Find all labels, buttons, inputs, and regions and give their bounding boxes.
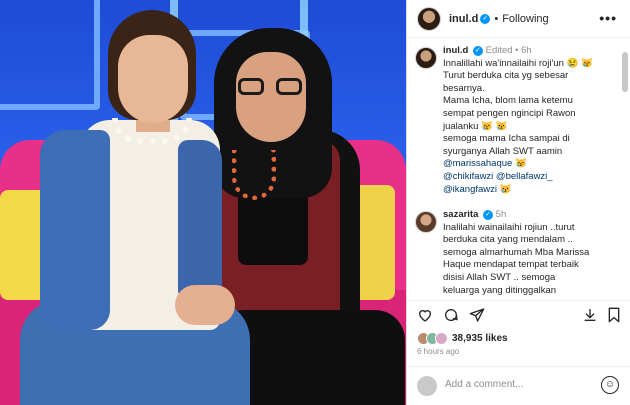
separator: • (494, 12, 499, 25)
caption-line: Mama Icha, blom lama ketemu (443, 95, 573, 107)
share-send-icon[interactable] (469, 307, 485, 328)
verified-badge-icon: ✓ (472, 46, 483, 56)
like-heart-icon[interactable] (417, 307, 433, 328)
mention-link[interactable]: @marissahaque 😿 (443, 158, 615, 171)
comments-scrollbar[interactable] (622, 52, 628, 92)
caption: inul.d ✓ Edited • 6h Innalillahi wa'inna… (415, 45, 615, 196)
comment-line: Inalilahi wainailaihi rojiun ..turut (443, 221, 575, 233)
mention-link[interactable]: @ikangfawzi 😿 (443, 184, 615, 197)
verified-badge-icon: ✓ (483, 210, 494, 220)
caption-line: Innalillahi wa'innailaihi roji'un 😢 😿 (443, 57, 593, 69)
caption-avatar[interactable] (415, 47, 437, 69)
post-photo[interactable] (0, 0, 406, 405)
necklace (232, 150, 276, 200)
emoji-icon[interactable]: ☺ (601, 376, 619, 394)
held-hands (175, 285, 235, 325)
comment-line: Haque mendapat tempat terbaik (443, 259, 579, 271)
add-comment-input[interactable] (445, 379, 595, 390)
likes-row[interactable]: 38,935 likes (417, 330, 508, 346)
person-left-jacket (40, 130, 110, 330)
glasses (238, 78, 264, 95)
comments-list[interactable]: inul.d ✓ Edited • 6h Innalillahi wa'inna… (407, 39, 619, 297)
post-timestamp: 6 hours ago (417, 347, 460, 356)
comment-line: semoga almarhumah Mba Marissa (443, 246, 590, 258)
download-icon[interactable] (582, 307, 598, 328)
more-options-icon[interactable]: ••• (599, 10, 617, 26)
post-header: inul.d ✓ • Following ••• (407, 0, 630, 38)
commenter-avatar[interactable] (415, 211, 437, 233)
author-avatar[interactable] (417, 6, 441, 31)
caption-line: Turut berduka cita yg sebesar (443, 70, 569, 82)
caption-username[interactable]: inul.d (443, 45, 468, 56)
mention-link[interactable]: @chikifawzi @bellafawzi_ (443, 171, 615, 184)
add-comment-row: ☺ (407, 366, 630, 405)
caption-line: jualanku 😿 😿 (443, 120, 508, 132)
caption-line: sempat pengen ngincipi Rawon (443, 107, 576, 119)
comment-line: disisi Allah SWT .. semoga (443, 271, 556, 283)
comment-line: berduka cita yang mendalam .. (443, 234, 573, 246)
bookmark-icon[interactable] (607, 307, 621, 328)
caption-line: semoga mama Icha sampai di (443, 133, 570, 145)
caption-meta: Edited • 6h (485, 45, 532, 56)
set-decor (0, 0, 100, 110)
caption-line: syurganya Allah SWT aamin (443, 145, 563, 157)
action-bar (407, 300, 630, 330)
caption-line: besarnya. (443, 82, 485, 94)
glasses (276, 78, 302, 95)
post-side-panel: inul.d ✓ • Following ••• inul.d ✓ Edited… (406, 0, 630, 405)
person-right-face (236, 52, 306, 142)
comment-meta: 5h (495, 209, 507, 220)
author-username[interactable]: inul.d (449, 13, 478, 25)
verified-badge-icon: ✓ (480, 13, 491, 24)
comment-item: sazarita ✓ 5h Inalilahi wainailaihi roji… (415, 209, 615, 297)
following-button[interactable]: Following (502, 13, 548, 25)
person-left-jacket (178, 140, 222, 300)
liker-avatar (435, 331, 448, 345)
current-user-avatar (417, 376, 437, 396)
comment-line: keluarga yang ditinggalkan (443, 284, 557, 296)
likes-count[interactable]: 38,935 likes (452, 333, 508, 344)
person-left-face (118, 35, 188, 123)
commenter-username[interactable]: sazarita (443, 209, 478, 220)
comment-bubble-icon[interactable] (443, 307, 459, 328)
